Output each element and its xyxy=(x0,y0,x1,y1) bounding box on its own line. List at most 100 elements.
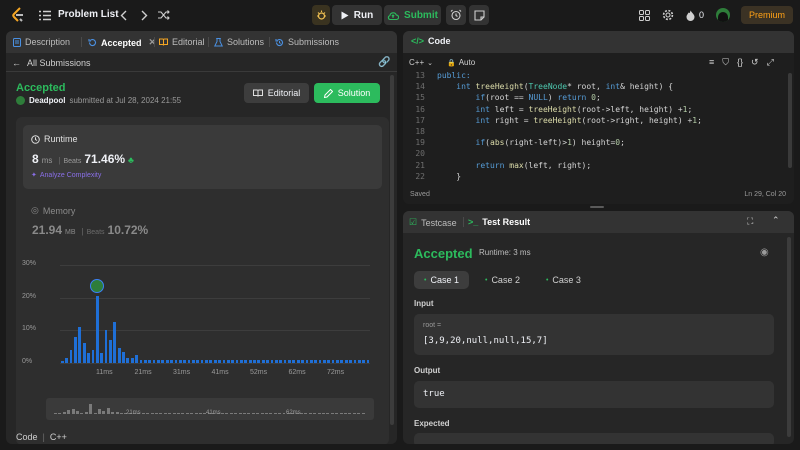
layout-grid-icon[interactable] xyxy=(637,8,651,22)
chevron-right-icon[interactable] xyxy=(138,8,150,22)
chart-bar[interactable] xyxy=(366,359,370,363)
chart-bar[interactable] xyxy=(143,359,147,363)
memory-header[interactable]: ◎ Memory xyxy=(31,205,75,216)
chart-bar[interactable] xyxy=(209,359,213,363)
chart-bar[interactable] xyxy=(183,359,187,363)
chart-bar[interactable] xyxy=(362,359,366,363)
chart-bar[interactable] xyxy=(187,359,191,363)
autocomplete-toggle[interactable]: 🔒 Auto xyxy=(447,58,475,67)
chart-bar[interactable] xyxy=(117,348,121,363)
chart-bar[interactable] xyxy=(82,343,86,363)
chart-bar[interactable] xyxy=(135,354,138,363)
chart-bar[interactable] xyxy=(257,359,261,363)
chart-bar[interactable] xyxy=(178,359,182,363)
output-value[interactable]: true xyxy=(423,389,445,399)
chart-bar[interactable] xyxy=(174,359,178,363)
chart-bar[interactable] xyxy=(340,359,344,363)
chart-bar[interactable] xyxy=(170,359,173,363)
chart-bar[interactable] xyxy=(226,359,230,363)
notes-button[interactable] xyxy=(469,5,489,25)
chart-bar[interactable] xyxy=(152,359,156,363)
chart-bar[interactable] xyxy=(100,353,104,363)
chart-bar[interactable] xyxy=(69,349,73,363)
chart-bar[interactable] xyxy=(322,359,326,363)
gear-icon[interactable] xyxy=(661,8,675,22)
solution-button[interactable]: Solution xyxy=(314,83,380,103)
submit-button[interactable]: Submit xyxy=(384,5,441,25)
chart-bar[interactable] xyxy=(218,359,221,363)
chart-bar[interactable] xyxy=(288,359,291,363)
chart-bar[interactable] xyxy=(200,359,204,363)
tab-description[interactable]: Description xyxy=(13,37,70,47)
chart-bar[interactable] xyxy=(301,359,304,363)
chart-bar[interactable] xyxy=(349,359,352,363)
range-selector[interactable]: 21ms 41ms 62ms xyxy=(46,398,374,420)
chart-bar[interactable] xyxy=(213,359,217,363)
chart-bar[interactable] xyxy=(248,359,252,363)
tab-testcase[interactable]: ☑ Testcase xyxy=(409,217,457,228)
chart-bar[interactable] xyxy=(231,359,235,363)
list-icon[interactable] xyxy=(38,8,52,22)
chart-bar[interactable] xyxy=(344,359,348,363)
chart-bar[interactable] xyxy=(296,359,300,363)
reset-icon[interactable]: ↺ xyxy=(751,57,759,68)
chart-bar[interactable] xyxy=(130,358,134,363)
editor-scrollbar[interactable] xyxy=(788,73,792,168)
language-select[interactable]: C++ ⌄ xyxy=(409,58,433,67)
runtime-card[interactable]: Runtime 8 ms | Beats 71.46% ♣ ✦ Analyze … xyxy=(23,125,382,189)
chart-bar[interactable] xyxy=(292,359,296,363)
case-tab-1[interactable]: • Case 1 xyxy=(414,271,469,289)
test-scrollbar[interactable] xyxy=(787,237,791,437)
resize-handle[interactable] xyxy=(590,206,604,208)
chevron-up-icon[interactable]: ⌃ xyxy=(772,215,780,226)
debug-button[interactable] xyxy=(312,5,330,25)
username[interactable]: Deadpool xyxy=(29,96,65,105)
chart-bar[interactable] xyxy=(165,359,169,363)
chart-bar[interactable] xyxy=(148,359,152,363)
chart-bar[interactable] xyxy=(191,359,195,363)
chart-bar[interactable] xyxy=(157,359,160,363)
chart-bar[interactable] xyxy=(314,359,317,363)
chart-bar[interactable] xyxy=(126,358,130,363)
logo-icon[interactable] xyxy=(10,7,26,23)
chart-bar[interactable] xyxy=(327,359,331,363)
chart-bar[interactable] xyxy=(87,353,90,363)
chart-bar[interactable] xyxy=(318,359,322,363)
link-icon[interactable]: 🔗 xyxy=(378,57,390,68)
expand-icon[interactable]: ⤢ xyxy=(767,57,774,68)
tab-test-result[interactable]: >_ Test Result xyxy=(468,217,530,227)
chart-bar[interactable] xyxy=(109,340,112,363)
chart-bar[interactable] xyxy=(113,322,117,363)
tab-editorial[interactable]: Editorial xyxy=(159,37,205,47)
chart-bar[interactable] xyxy=(65,358,69,363)
chart-bar[interactable] xyxy=(61,361,64,363)
chart-bar[interactable] xyxy=(244,359,248,363)
chart-bar[interactable] xyxy=(309,359,313,363)
case-tab-2[interactable]: • Case 2 xyxy=(475,271,530,289)
chevron-left-icon[interactable] xyxy=(117,8,129,22)
premium-button[interactable]: Premium xyxy=(741,6,793,24)
back-to-submissions[interactable]: ← All Submissions xyxy=(12,58,91,68)
chart-bar[interactable] xyxy=(270,359,274,363)
chart-bar[interactable] xyxy=(139,359,143,363)
chart-bar[interactable] xyxy=(261,359,265,363)
chart-bar[interactable] xyxy=(78,327,82,363)
chart-bar[interactable] xyxy=(74,336,77,363)
chart-bar[interactable] xyxy=(104,330,108,363)
chart-bar[interactable] xyxy=(240,359,243,363)
chart-bar[interactable] xyxy=(336,359,339,363)
chart-bar[interactable] xyxy=(196,359,200,363)
scrollbar[interactable] xyxy=(390,75,394,425)
tab-accepted[interactable]: Accepted ✕ xyxy=(88,37,156,48)
chart-bar[interactable] xyxy=(331,359,335,363)
chart-bar[interactable] xyxy=(274,359,278,363)
chart-bar[interactable] xyxy=(253,359,256,363)
analyze-complexity-link[interactable]: ✦ Analyze Complexity xyxy=(31,171,101,180)
editorial-button[interactable]: Editorial xyxy=(244,83,309,103)
chart-bar[interactable] xyxy=(266,359,269,363)
avatar[interactable] xyxy=(716,8,730,22)
format-icon[interactable]: ≡ xyxy=(709,57,714,68)
chart-bar[interactable] xyxy=(161,359,165,363)
chart-bar[interactable] xyxy=(235,359,239,363)
chart-bar[interactable] xyxy=(283,359,287,363)
